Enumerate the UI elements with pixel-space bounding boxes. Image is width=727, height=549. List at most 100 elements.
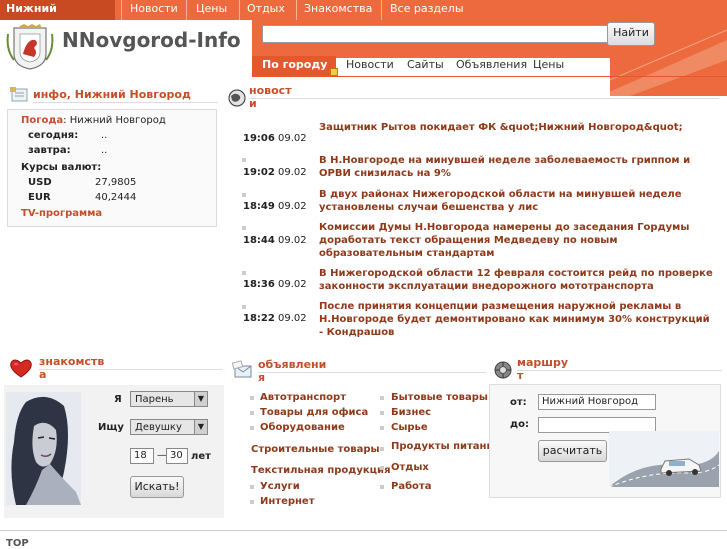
list-bullet-icon: [250, 396, 254, 400]
tab-corner-marker-icon: [330, 68, 338, 76]
news-item-time: 19:06 09.02: [243, 133, 307, 144]
dating-title-line1: знакомств: [39, 355, 105, 368]
news-date: 09.02: [278, 235, 307, 246]
news-time: 19:02: [243, 167, 275, 178]
route-calculate-button[interactable]: расчитать: [538, 440, 607, 462]
search-input[interactable]: [262, 25, 608, 43]
news-globe-icon: [227, 88, 247, 107]
ads-category-link[interactable]: Автотранспорт: [260, 392, 346, 403]
chevron-down-icon: ▼: [194, 420, 207, 434]
ads-category-link[interactable]: Бытовые товары: [391, 392, 488, 403]
tab-ads[interactable]: Объявления: [456, 56, 527, 76]
tab-prices[interactable]: Цены: [533, 56, 564, 76]
route-to-label: до:: [510, 419, 529, 430]
news-time: 18:49: [243, 201, 275, 212]
ads-category-link[interactable]: Интернет: [260, 496, 315, 507]
route-title-rule: [517, 370, 722, 371]
weather-link[interactable]: Погода: [21, 115, 63, 126]
list-bullet-icon: [250, 500, 254, 504]
news-bullet-icon: [242, 271, 246, 275]
news-item-title[interactable]: В Н.Новгороде на минувшей неделе заболев…: [319, 154, 714, 180]
tomorrow-row: завтра:: [28, 145, 71, 156]
site-logo-text[interactable]: NNovgorod-Info: [62, 28, 241, 52]
news-bullet-icon: [242, 305, 246, 309]
tab-news[interactable]: Новости: [346, 56, 394, 76]
list-bullet-icon: [380, 447, 384, 451]
ya-label: Я: [114, 394, 122, 405]
seek-select[interactable]: Девушку ▼: [130, 419, 208, 435]
topnav-item-all[interactable]: Все разделы: [384, 0, 484, 20]
news-item-time: 18:36 09.02: [243, 279, 307, 290]
search-button[interactable]: Найти: [607, 22, 655, 46]
usd-value: 27,9805: [95, 177, 137, 188]
news-item-time: 19:02 09.02: [243, 167, 307, 178]
today-label: сегодня: [28, 130, 75, 141]
ads-category-link[interactable]: Товары для офиса: [260, 407, 368, 418]
ads-category-link[interactable]: Строительные товары: [251, 444, 380, 455]
city-emblem-logo[interactable]: [4, 24, 56, 70]
tomorrow-value: ..: [101, 145, 108, 156]
news-bullet-icon: [242, 158, 246, 162]
tv-program-link[interactable]: TV-программа: [21, 208, 102, 219]
news-bullet-icon: [242, 226, 246, 230]
today-value: ..: [101, 130, 108, 141]
topnav-item-news[interactable]: Новости: [124, 0, 186, 20]
topnav-divider: [186, 0, 187, 20]
news-date: 09.02: [278, 133, 307, 144]
ads-category-link[interactable]: Сырье: [391, 422, 428, 433]
ya-select-value: Парень: [135, 394, 174, 405]
news-item-title[interactable]: В двух районах Нижегородской области на …: [319, 188, 714, 214]
ads-category-link[interactable]: Продукты питания: [391, 441, 500, 452]
ads-category-link[interactable]: Отдых: [391, 462, 429, 473]
dating-title-rule: [39, 369, 222, 370]
topnav-divider: [121, 0, 122, 20]
news-item-title[interactable]: Защитник Рытов покидает ФК &quot;Нижний …: [319, 121, 714, 134]
news-item-title[interactable]: После принятия концепции размещения нару…: [319, 300, 714, 339]
list-bullet-icon: [250, 485, 254, 489]
top-nav: Нижний Новгород Новости Цены Отдых Знако…: [0, 0, 727, 33]
ads-category-link[interactable]: Услуги: [260, 481, 300, 492]
eur-value: 40,2444: [95, 192, 137, 203]
age-unit-label: лет: [191, 451, 211, 462]
news-item-title[interactable]: В Нижегородской области 12 февраля состо…: [319, 267, 714, 293]
topnav-item-dating[interactable]: Знакомства: [298, 0, 378, 20]
news-date: 09.02: [278, 313, 307, 324]
topnav-item-rest[interactable]: Отдых: [241, 0, 293, 20]
eur-label: EUR: [28, 192, 51, 203]
list-bullet-icon: [380, 396, 384, 400]
info-title-rule: [33, 102, 218, 103]
age-to-input[interactable]: 30: [166, 448, 188, 464]
route-from-input[interactable]: Нижний Новгород: [538, 394, 656, 410]
news-title-line1: новост: [249, 84, 292, 97]
tab-sites[interactable]: Сайты: [407, 56, 444, 76]
ads-category-link[interactable]: Работа: [391, 481, 431, 492]
list-bullet-icon: [380, 426, 384, 430]
footer-divider: [0, 530, 727, 531]
seek-select-value: Девушку: [135, 422, 182, 433]
ads-envelope-icon: [231, 360, 252, 378]
topnav-item-nizhny[interactable]: Нижний Новгород: [0, 0, 115, 33]
route-title-line1: маршру: [517, 356, 569, 369]
ya-select[interactable]: Парень ▼: [130, 391, 208, 407]
dating-search-button[interactable]: Искать!: [130, 476, 184, 498]
news-time: 18:36: [243, 279, 275, 290]
tab-city[interactable]: По городу: [252, 56, 336, 76]
news-title-rule: [249, 98, 719, 99]
chevron-down-icon: ▼: [194, 392, 207, 406]
ads-category-link[interactable]: Текстильная продукция: [251, 465, 391, 476]
topnav-item-prices[interactable]: Цены: [190, 0, 236, 20]
ads-category-link[interactable]: Оборудование: [260, 422, 345, 433]
route-wheel-icon: [493, 360, 513, 379]
dating-heart-icon: [9, 358, 32, 378]
info-section-title: инфо, Нижний Новгород: [33, 88, 191, 101]
news-date: 09.02: [278, 167, 307, 178]
news-item-time: 18:44 09.02: [243, 235, 307, 246]
age-from-input[interactable]: 18: [130, 448, 154, 464]
tomorrow-label: завтра: [28, 145, 67, 156]
rates-label: Курсы валют:: [21, 162, 102, 173]
ads-category-link[interactable]: Бизнес: [391, 407, 431, 418]
info-newspaper-icon: [10, 86, 30, 104]
route-title: маршру т: [517, 356, 568, 382]
weather-row: Погода: Нижний Новгород: [21, 115, 166, 126]
news-item-title[interactable]: Комиссии Думы Н.Новгорода намерены до за…: [319, 221, 714, 260]
